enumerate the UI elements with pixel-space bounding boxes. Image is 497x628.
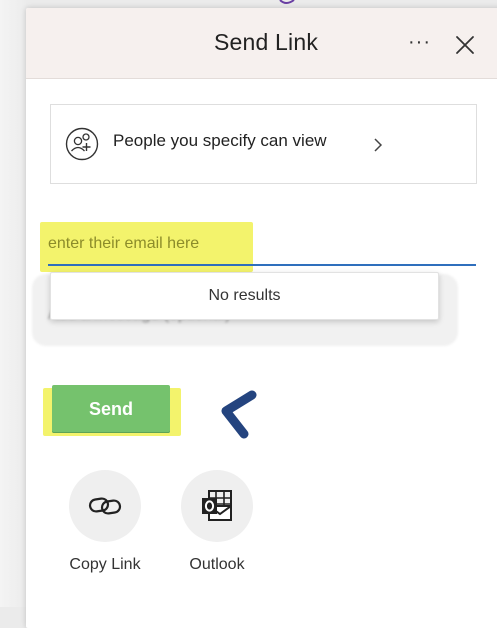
send-link-dialog: Send Link ··· People you specify can vie…	[26, 8, 497, 628]
outlook-icon	[202, 490, 232, 521]
outlook-option[interactable]: Outlook	[172, 470, 262, 590]
copy-link-button[interactable]	[69, 470, 141, 542]
copy-link-option[interactable]: Copy Link	[60, 470, 150, 590]
people-icon	[65, 127, 99, 161]
email-input-underline	[48, 264, 476, 266]
more-options-icon[interactable]: ···	[408, 32, 438, 52]
permission-setting[interactable]: People you specify can view	[50, 104, 477, 184]
email-input[interactable]	[48, 226, 478, 262]
outlook-label: Outlook	[189, 556, 245, 573]
background-left	[0, 0, 26, 607]
close-icon[interactable]	[454, 34, 476, 56]
dialog-header: Send Link ···	[26, 8, 497, 79]
outlook-button[interactable]	[181, 470, 253, 542]
background-mark	[279, 0, 295, 4]
no-results-text: No results	[208, 287, 281, 304]
send-button[interactable]: Send	[52, 385, 170, 433]
copy-link-label: Copy Link	[69, 556, 141, 573]
arrow-annotation-icon	[221, 390, 317, 439]
chevron-right-icon	[374, 138, 383, 152]
link-icon	[88, 497, 122, 515]
suggestions-dropdown: No results	[50, 272, 439, 320]
permission-label: People you specify can view	[113, 131, 327, 150]
